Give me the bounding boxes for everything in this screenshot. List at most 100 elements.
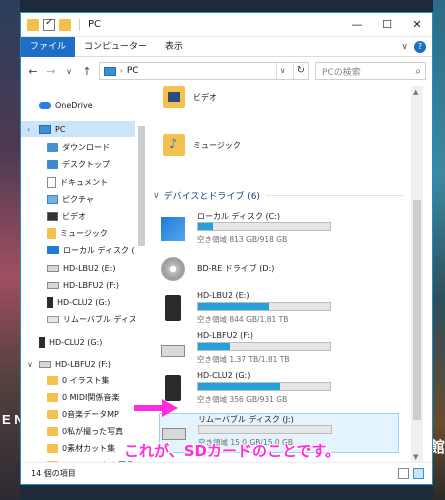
sidebar-item-label: デスクトップ — [62, 159, 110, 169]
drive-free-space: 空き領域 813 GB/918 GB — [197, 235, 288, 244]
details-view-icon[interactable] — [398, 468, 409, 479]
folder-music[interactable]: ミュージック — [163, 134, 241, 156]
large-icons-view-icon[interactable] — [413, 468, 424, 479]
navigation-pane: OneDrive › PC ダウンロードデスクトップ ドキュメントピクチャ ビデオ ミュージ… — [21, 86, 135, 463]
cloud-icon — [39, 101, 51, 109]
drive-name: リムーバブル ディスク (J:) — [198, 415, 294, 424]
search-input[interactable]: PCの検索 ⌕ — [315, 62, 426, 80]
sidebar-item[interactable]: ∨ HD-LBFU2 (F:) — [21, 356, 135, 372]
chevron-down-icon[interactable]: ∨ — [153, 191, 160, 201]
sidebar-item[interactable]: ミュージック — [21, 225, 135, 241]
disc-drive-icon — [161, 257, 185, 281]
recent-locations-chevron-icon[interactable]: ∨ — [63, 67, 75, 76]
properties-check-icon[interactable] — [43, 17, 55, 31]
usb-drive-icon — [161, 345, 185, 357]
folder-icon — [47, 443, 58, 453]
address-dropdown-icon[interactable]: ∨ — [275, 63, 289, 79]
sidebar-item[interactable]: HD-LBU2 (E:) — [21, 260, 135, 276]
address-path: PC — [126, 66, 139, 76]
sidebar-item[interactable]: 0 イラスト集 — [21, 372, 135, 388]
drive-usage-fill — [198, 343, 230, 350]
expand-chevron-icon[interactable]: › — [27, 125, 30, 134]
music-folder-icon — [47, 227, 56, 239]
sidebar-item-label: ドキュメント — [60, 177, 108, 187]
drive-tile[interactable]: ローカル ディスク (C:) 空き領域 813 GB/918 GB — [159, 211, 399, 251]
drive-name: BD-RE ドライブ (D:) — [197, 264, 275, 273]
search-icon: ⌕ — [415, 65, 421, 77]
pink-arrow-annotation — [134, 399, 178, 417]
sidebar-item[interactable]: HD-CLU2 (G:) — [21, 334, 135, 350]
sidebar-item[interactable]: ローカル ディスク (C:) — [21, 242, 135, 258]
drive-tile[interactable]: HD-LBU2 (E:) 空き領域 844 GB/1.81 TB — [159, 291, 399, 331]
title-bar: PC — ☐ ✕ — [21, 13, 432, 37]
sidebar-item-label: 0 MIDI関係音楽 — [62, 392, 120, 402]
sidebar-item-label: 0 イラスト集 — [62, 375, 110, 385]
group-header-devices[interactable]: ∨ デバイスとドライブ (6) — [153, 189, 403, 202]
close-icon[interactable]: ✕ — [402, 13, 432, 37]
tab-file[interactable]: ファイル — [21, 36, 76, 57]
item-count: 14 個の項目 — [31, 469, 76, 478]
tab-computer[interactable]: コンピューター — [75, 37, 156, 57]
expand-chevron-icon[interactable]: ∨ — [27, 360, 33, 369]
drive-usage-bar — [197, 302, 331, 311]
sidebar-item[interactable]: リムーバブル ディスク (J:) — [21, 311, 135, 327]
sidebar-item[interactable]: 0 MIDI関係音楽 — [21, 389, 135, 405]
address-field[interactable]: › PC ∨ ↻ — [99, 62, 309, 80]
up-arrow-icon[interactable]: ↑ — [81, 65, 93, 78]
tab-view[interactable]: 表示 — [156, 37, 192, 57]
sidebar-item[interactable]: ドキュメント — [21, 174, 135, 190]
pc-icon — [104, 66, 116, 76]
sidebar-item[interactable]: デスクトップ — [21, 156, 135, 172]
drive-name: ローカル ディスク (C:) — [197, 212, 281, 221]
folder-video[interactable]: ビデオ — [163, 86, 217, 108]
sidebar-item[interactable]: HD-CLU2 (G:) — [21, 294, 135, 310]
download-folder-icon — [47, 142, 58, 152]
sidebar-item[interactable]: 0私が撮った写真 — [21, 423, 135, 439]
sidebar-item[interactable]: ピクチャ — [21, 191, 135, 207]
sd-card-drive-icon — [162, 428, 186, 440]
new-folder-icon[interactable] — [59, 18, 71, 31]
ribbon-expand-icon[interactable]: ∨ — [401, 42, 408, 52]
help-icon[interactable]: ? — [414, 40, 426, 53]
sidebar-item[interactable]: HD-LBFU2 (F:) — [21, 277, 135, 293]
nav-scrollbar-thumb[interactable] — [138, 126, 145, 246]
drive-tile[interactable]: BD-RE ドライブ (D:) — [159, 251, 399, 291]
refresh-icon[interactable]: ↻ — [292, 63, 308, 79]
drive-icon — [47, 264, 59, 272]
sidebar-item[interactable]: OneDrive — [21, 97, 135, 113]
sidebar-item-label: PC — [55, 124, 66, 134]
maximize-icon[interactable]: ☐ — [372, 13, 402, 37]
scroll-down-icon[interactable]: ▼ — [413, 453, 418, 461]
sidebar-item-label: HD-LBFU2 (F:) — [63, 280, 120, 290]
drive-icon — [47, 281, 59, 289]
drive-tile[interactable]: HD-CLU2 (G:) 空き領域 356 GB/931 GB — [159, 371, 399, 411]
sidebar-item[interactable]: ダウンロード — [21, 139, 135, 155]
video-folder-icon — [47, 211, 58, 221]
forward-arrow-icon[interactable]: → — [45, 65, 57, 78]
video-folder-icon — [163, 86, 185, 108]
sidebar-item-label: OneDrive — [55, 100, 93, 110]
explorer-window: PC — ☐ ✕ ファイル コンピューター 表示 ∨ ? ← → ∨ ↑ › P… — [20, 12, 433, 485]
sidebar-item[interactable]: ビデオ — [21, 208, 135, 224]
minimize-icon[interactable]: — — [342, 13, 372, 37]
sidebar-item[interactable]: › PC — [21, 121, 135, 137]
breadcrumb-arrow-icon[interactable]: › — [120, 67, 123, 75]
content-scrollbar-thumb[interactable] — [413, 200, 421, 420]
external-hdd-icon — [39, 336, 45, 348]
drive-free-space: 空き領域 844 GB/1.81 TB — [197, 315, 289, 324]
sidebar-item[interactable]: 0音楽データMP — [21, 406, 135, 422]
desktop-wallpaper-right — [433, 0, 445, 500]
content-scrollbar[interactable]: ▲ ▼ — [411, 86, 423, 463]
drive-name: HD-LBFU2 (F:) — [197, 331, 254, 340]
back-arrow-icon[interactable]: ← — [27, 65, 39, 78]
sidebar-item[interactable]: 0素材カット集 — [21, 440, 135, 456]
app-folder-icon — [27, 18, 39, 31]
drive-name: HD-CLU2 (G:) — [197, 371, 251, 380]
folder-icon — [47, 375, 58, 385]
scroll-up-icon[interactable]: ▲ — [413, 88, 418, 96]
address-bar-row: ← → ∨ ↑ › PC ∨ ↻ PCの検索 ⌕ — [21, 57, 432, 85]
drive-free-space: 空き領域 356 GB/931 GB — [197, 395, 288, 404]
folder-icon — [47, 409, 58, 419]
content-pane: ビデオ ミュージック ∨ デバイスとドライブ (6) ローカル ディスク (C:… — [151, 86, 411, 463]
drive-tile[interactable]: HD-LBFU2 (F:) 空き領域 1.37 TB/1.81 TB — [159, 331, 399, 371]
